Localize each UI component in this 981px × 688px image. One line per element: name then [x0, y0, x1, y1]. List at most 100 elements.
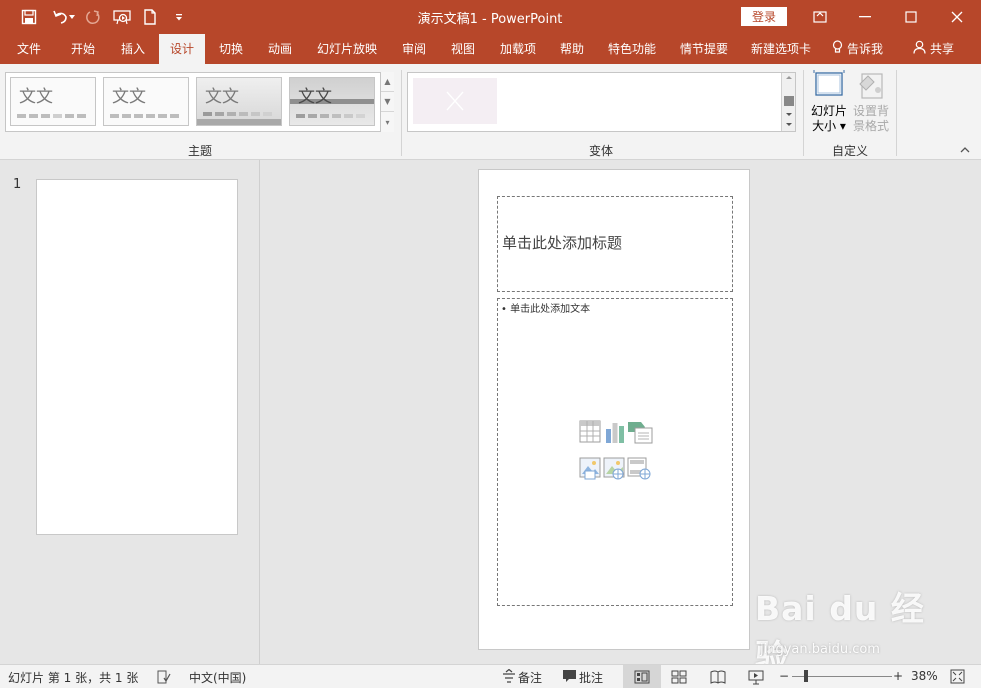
insert-smartart-icon[interactable]: [627, 419, 653, 445]
format-background-button[interactable]: 设置背 景格式: [850, 70, 892, 134]
insert-chart-icon[interactable]: [604, 419, 626, 445]
tab-file[interactable]: 文件: [17, 34, 41, 64]
group-divider: [803, 70, 804, 156]
new-document-icon[interactable]: [137, 4, 163, 30]
tell-me-search[interactable]: 告诉我: [832, 34, 883, 64]
group-divider: [896, 70, 897, 156]
normal-view-icon[interactable]: [634, 669, 650, 685]
zoom-out-button[interactable]: −: [779, 669, 789, 683]
insert-video-icon[interactable]: [627, 455, 653, 481]
title-placeholder-text: 单击此处添加标题: [502, 234, 623, 252]
insert-online-picture-icon[interactable]: [603, 455, 625, 481]
tab-design[interactable]: 设计: [159, 34, 205, 64]
maximize-icon[interactable]: [888, 0, 934, 34]
variant-empty-slot[interactable]: [413, 78, 497, 124]
theme-sample-text: 文文: [205, 87, 239, 107]
tab-review[interactable]: 审阅: [402, 34, 426, 64]
format-background-label-2: 景格式: [852, 119, 889, 133]
notes-button[interactable]: 备注: [518, 669, 542, 686]
close-icon[interactable]: [934, 0, 980, 34]
tab-addins[interactable]: 加载项: [500, 34, 536, 64]
undo-dropdown-icon[interactable]: [66, 4, 78, 30]
insert-table-icon[interactable]: [579, 419, 601, 445]
slide-counter: 幻灯片 第 1 张，共 1 张: [8, 671, 139, 685]
accessibility-check-icon[interactable]: [156, 669, 172, 685]
powerpoint-window: 演示文稿1 - PowerPoint 登录 文件 开始 插入 设计 切换 动画 …: [0, 0, 981, 688]
gallery-scroll-down-icon[interactable]: ▼: [381, 92, 394, 112]
tab-home[interactable]: 开始: [71, 34, 95, 64]
person-icon: [913, 35, 926, 65]
tab-featured[interactable]: 特色功能: [608, 34, 656, 64]
ribbon-tab-bar: 文件 开始 插入 设计 切换 动画 幻灯片放映 审阅 视图 加载项 帮助 特色功…: [0, 34, 981, 64]
group-divider: [401, 70, 402, 156]
slide-number: 1: [13, 177, 22, 192]
comments-icon[interactable]: [562, 669, 578, 685]
tell-me-label: 告诉我: [847, 42, 884, 56]
theme-3[interactable]: 文文: [196, 77, 282, 126]
theme-sample-text: 文文: [112, 87, 146, 107]
theme-color-bars: [110, 114, 179, 118]
slide-thumbnail[interactable]: [36, 179, 238, 535]
slide-size-button[interactable]: 幻灯片 大小 ▾: [808, 70, 850, 134]
comments-button[interactable]: 批注: [579, 669, 603, 686]
login-button[interactable]: 登录: [741, 7, 787, 26]
design-ribbon: 文文 文文 文文 文文 ▲ ▼ ▾ 主题 变体 幻灯片 大小 ▾ 设置背 景格式…: [0, 64, 981, 160]
customize-dropdown-icon[interactable]: [166, 4, 192, 30]
format-background-icon: [850, 70, 892, 104]
slide-thumbnail-pane: 1: [0, 160, 260, 664]
save-icon[interactable]: [16, 4, 42, 30]
slideshow-view-icon[interactable]: [748, 669, 764, 685]
slide-size-label-2: 大小 ▾: [812, 119, 846, 133]
tab-insert[interactable]: 插入: [121, 34, 145, 64]
zoom-level[interactable]: 38%: [911, 669, 938, 683]
fit-to-window-icon[interactable]: [950, 669, 966, 685]
theme-4[interactable]: 文文: [289, 77, 375, 126]
variants-group-label: 变体: [589, 144, 614, 158]
title-placeholder[interactable]: 单击此处添加标题: [497, 196, 733, 292]
notes-icon[interactable]: [502, 668, 518, 685]
insert-content-icons: [579, 419, 655, 487]
status-bar: 幻灯片 第 1 张，共 1 张 中文(中国) 备注 批注 − + 38%: [0, 664, 981, 688]
content-placeholder[interactable]: • 单击此处添加文本: [497, 298, 733, 606]
tab-storyboard[interactable]: 情节提要: [680, 34, 728, 64]
tab-animations[interactable]: 动画: [268, 34, 292, 64]
customize-group-label: 自定义: [832, 144, 869, 158]
gallery-scroll-up-icon[interactable]: ▲: [381, 72, 394, 92]
themes-gallery-scroll: ▲ ▼ ▾: [380, 72, 394, 132]
theme-color-bars: [296, 114, 365, 118]
zoom-slider-thumb[interactable]: [804, 670, 808, 682]
share-label: 共享: [930, 42, 955, 56]
reading-view-icon[interactable]: [710, 669, 726, 685]
theme-office[interactable]: 文文: [10, 77, 96, 126]
gallery-more-icon[interactable]: ▾: [381, 112, 394, 132]
format-background-label-1: 设置背: [852, 104, 889, 118]
collapse-ribbon-icon[interactable]: [960, 145, 970, 156]
variants-gallery-scroll[interactable]: [781, 73, 795, 131]
language-indicator[interactable]: 中文(中国): [189, 669, 246, 686]
themes-group-label: 主题: [188, 144, 213, 158]
variants-gallery: [407, 72, 796, 132]
title-bar: 演示文稿1 - PowerPoint 登录: [0, 0, 981, 34]
theme-2[interactable]: 文文: [103, 77, 189, 126]
present-from-start-icon[interactable]: [109, 4, 135, 30]
theme-color-bars: [17, 114, 86, 118]
redo-icon[interactable]: [80, 4, 106, 30]
tab-slideshow[interactable]: 幻灯片放映: [317, 34, 377, 64]
share-button[interactable]: 共享: [913, 34, 954, 64]
theme-sample-text: 文文: [298, 87, 332, 107]
insert-picture-icon[interactable]: [579, 455, 601, 481]
minimize-icon[interactable]: [842, 0, 888, 34]
lightbulb-icon: [832, 35, 843, 65]
theme-footer-stripe: [197, 119, 281, 125]
tab-new-tab[interactable]: 新建选项卡: [751, 34, 811, 64]
slide-size-label-1: 幻灯片: [810, 104, 847, 118]
slide-size-icon: [808, 70, 850, 104]
zoom-in-button[interactable]: +: [893, 669, 903, 683]
theme-sample-text: 文文: [19, 87, 53, 107]
content-placeholder-text: • 单击此处添加文本: [501, 304, 591, 315]
tab-view[interactable]: 视图: [451, 34, 475, 64]
ribbon-display-options-icon[interactable]: [797, 0, 843, 34]
tab-transitions[interactable]: 切换: [219, 34, 243, 64]
tab-help[interactable]: 帮助: [560, 34, 584, 64]
slide-sorter-view-icon[interactable]: [671, 669, 687, 685]
